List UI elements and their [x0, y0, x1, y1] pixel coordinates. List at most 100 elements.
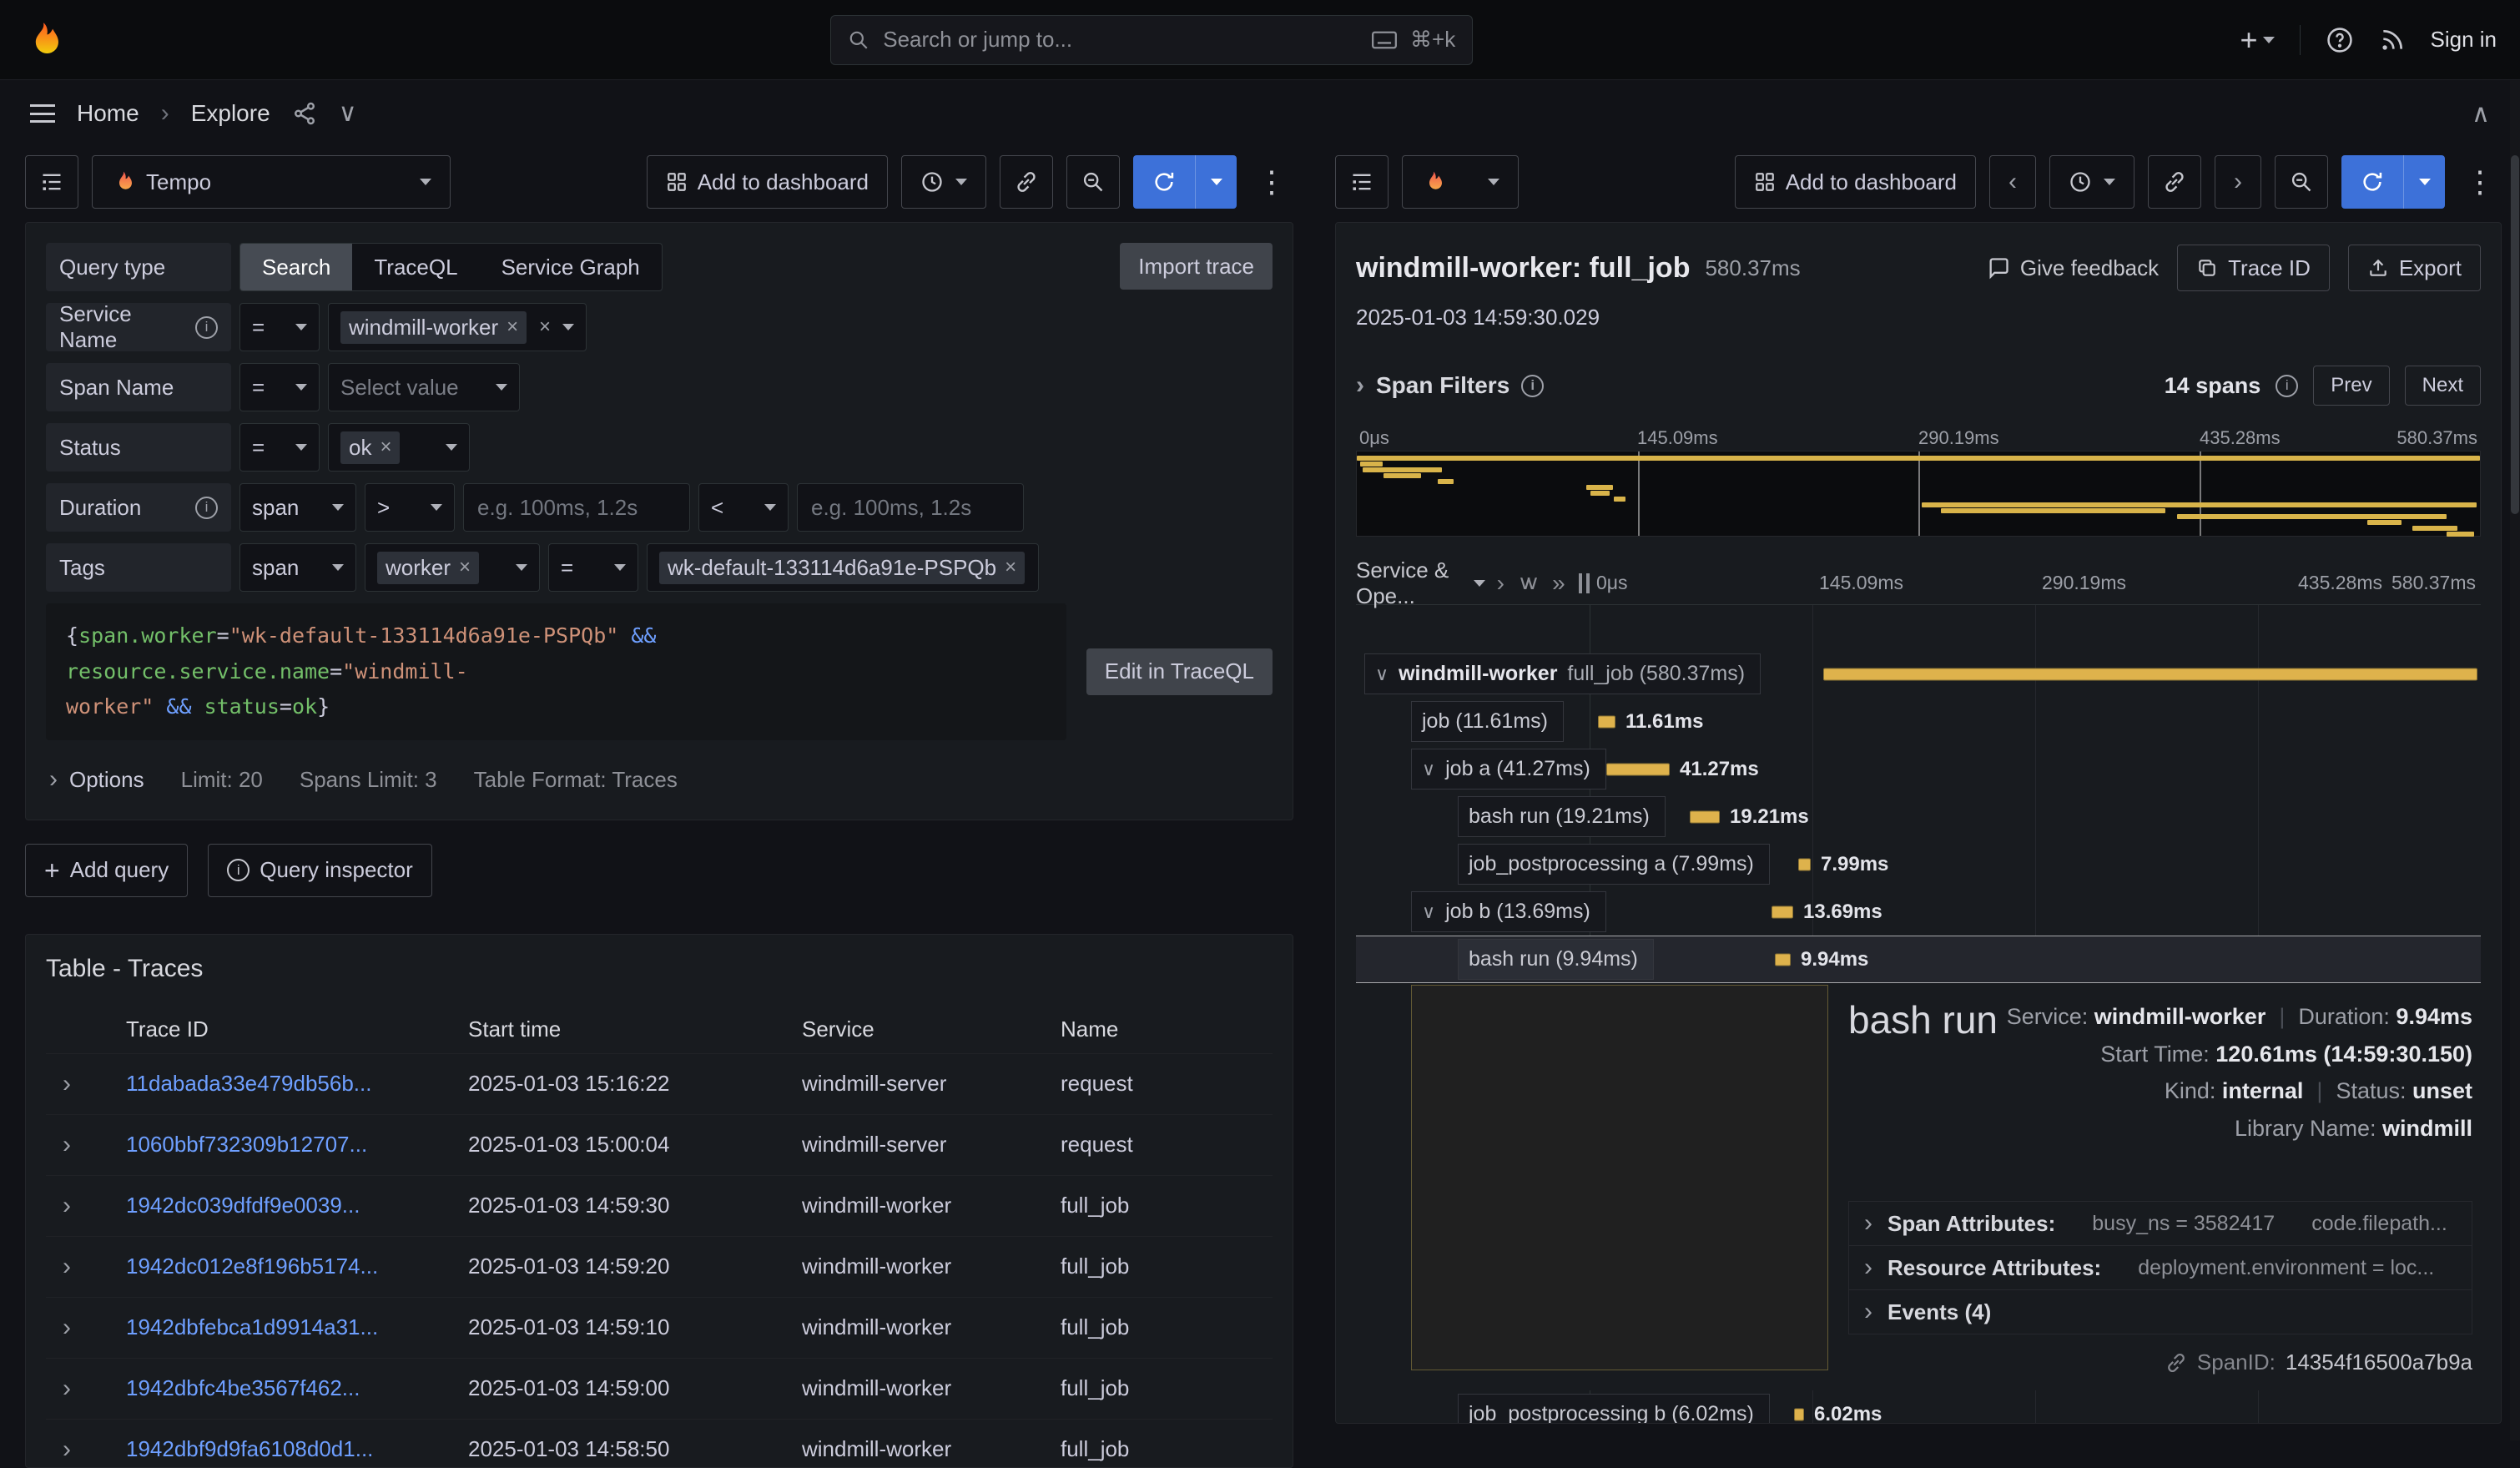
sign-in-button[interactable]: Sign in	[2431, 27, 2497, 53]
span-name[interactable]: ∨job b (13.69ms)	[1411, 891, 1606, 932]
time-picker[interactable]	[2049, 155, 2134, 209]
edit-in-traceql-button[interactable]: Edit in TraceQL	[1086, 648, 1273, 695]
trace-id-link[interactable]: 1060bbf732309b12707...	[126, 1132, 468, 1158]
trace-id-button[interactable]: Trace ID	[2177, 245, 2330, 291]
row-expander-icon[interactable]: ›	[46, 1435, 126, 1464]
duration-scope-select[interactable]: span	[239, 483, 356, 532]
news-rss-icon[interactable]	[2379, 27, 2406, 53]
outline-toggle-button[interactable]	[1335, 155, 1389, 209]
tab-service-graph[interactable]: Service Graph	[480, 244, 662, 290]
share-shortlink-button[interactable]	[2148, 155, 2201, 209]
duration-min-input[interactable]	[463, 483, 690, 532]
status-chip[interactable]: ok×	[340, 431, 400, 464]
span-bar[interactable]	[1775, 953, 1791, 966]
trace-id-link[interactable]: 1942dbfc4be3567f462...	[126, 1375, 468, 1401]
collapse-all-icon[interactable]: »	[1552, 570, 1565, 597]
zoom-out-button[interactable]	[1066, 155, 1120, 209]
remove-chip-icon[interactable]: ×	[459, 556, 471, 579]
refresh-interval-dropdown[interactable]	[1195, 155, 1237, 209]
remove-chip-icon[interactable]: ×	[507, 315, 518, 339]
share-icon[interactable]	[292, 101, 317, 126]
collapse-one-icon[interactable]: ›	[1497, 570, 1504, 597]
datasource-picker[interactable]	[1402, 155, 1519, 209]
trace-id-link[interactable]: 11dabada33e479db56b...	[126, 1071, 468, 1097]
tab-search[interactable]: Search	[240, 244, 352, 290]
outline-toggle-button[interactable]	[25, 155, 78, 209]
table-row[interactable]: ›1942dc012e8f196b5174...2025-01-03 14:59…	[46, 1236, 1273, 1297]
column-resize-handle[interactable]	[1579, 573, 1590, 593]
column-header[interactable]: Service & Ope...	[1356, 557, 1462, 609]
run-query-button[interactable]	[1133, 155, 1237, 209]
tab-traceql[interactable]: TraceQL	[352, 244, 479, 290]
span-bar[interactable]	[1794, 1408, 1804, 1420]
span-bar[interactable]	[1823, 668, 2477, 680]
status-operator[interactable]: =	[239, 423, 320, 472]
grafana-logo[interactable]	[23, 20, 63, 60]
time-shift-forward-button[interactable]: ›	[2215, 155, 2261, 209]
span-filters-toggle[interactable]: › Span Filters i	[1356, 372, 1544, 399]
new-button[interactable]: +	[2240, 25, 2274, 55]
span-row[interactable]: 11.61msjob (11.61ms)	[1356, 698, 2481, 745]
prev-span-button[interactable]: Prev	[2313, 366, 2389, 406]
table-row[interactable]: ›1942dc039dfdf9e0039...2025-01-03 14:59:…	[46, 1175, 1273, 1236]
duration-max-input[interactable]	[797, 483, 1024, 532]
next-span-button[interactable]: Next	[2405, 366, 2481, 406]
attributes-accordion[interactable]: ›Span Attributes:busy_ns = 3582417code.f…	[1848, 1201, 2472, 1246]
chevron-down-icon[interactable]: ∨	[1422, 759, 1435, 780]
clear-icon[interactable]: ×	[539, 315, 551, 339]
breadcrumb-home[interactable]: Home	[77, 100, 139, 127]
span-name[interactable]: ∨windmill-workerfull_job (580.37ms)	[1364, 653, 1761, 694]
row-expander-icon[interactable]: ›	[46, 1131, 126, 1159]
zoom-out-button[interactable]	[2275, 155, 2328, 209]
row-expander-icon[interactable]: ›	[46, 1253, 126, 1281]
datasource-picker[interactable]: Tempo	[92, 155, 451, 209]
attributes-accordion[interactable]: ›Events (4)	[1848, 1289, 2472, 1334]
give-feedback-button[interactable]: Give feedback	[1987, 255, 2159, 281]
row-expander-icon[interactable]: ›	[46, 1375, 126, 1403]
help-icon[interactable]	[2326, 26, 2354, 54]
span-row[interactable]: 41.27ms∨job a (41.27ms)	[1356, 745, 2481, 793]
options-row[interactable]: › Options Limit: 20Spans Limit: 3Table F…	[46, 760, 1273, 800]
tag-key-chip[interactable]: worker×	[377, 552, 479, 584]
span-row[interactable]: 6.02msjob_postprocessing b (6.02ms)	[1356, 1390, 2481, 1424]
row-expander-icon[interactable]: ›	[46, 1192, 126, 1220]
span-row[interactable]: 9.94msbash run (9.94ms)	[1356, 936, 2481, 983]
service-name-operator[interactable]: =	[239, 303, 320, 351]
span-bar[interactable]	[1598, 715, 1615, 728]
duration-lt-operator[interactable]: <	[698, 483, 789, 532]
row-expander-icon[interactable]: ›	[46, 1314, 126, 1342]
import-trace-button[interactable]: Import trace	[1120, 243, 1273, 290]
time-shift-back-button[interactable]: ‹	[1989, 155, 2036, 209]
table-row[interactable]: ›1942dbfc4be3567f462...2025-01-03 14:59:…	[46, 1358, 1273, 1419]
span-name[interactable]: ∨job a (41.27ms)	[1411, 749, 1606, 789]
remove-chip-icon[interactable]: ×	[380, 436, 391, 459]
tags-operator[interactable]: =	[548, 543, 638, 592]
menu-icon[interactable]	[30, 104, 55, 123]
add-query-button[interactable]: + Add query	[25, 844, 188, 897]
time-picker[interactable]	[901, 155, 986, 209]
chevron-down-icon[interactable]: ∨	[339, 101, 357, 126]
collapse-chevron-icon[interactable]: ∧	[2472, 99, 2490, 129]
breadcrumb-explore[interactable]: Explore	[191, 100, 270, 127]
span-bar[interactable]	[1772, 906, 1793, 918]
query-inspector-button[interactable]: i Query inspector	[208, 844, 432, 897]
export-button[interactable]: Export	[2348, 245, 2481, 291]
table-row[interactable]: ›1942dbfebca1d9914a31...2025-01-03 14:59…	[46, 1297, 1273, 1358]
chevron-down-icon[interactable]: ∨	[1422, 901, 1435, 923]
chevron-down-icon[interactable]	[1474, 580, 1485, 587]
span-bar[interactable]	[1606, 763, 1670, 775]
tag-value-chip[interactable]: wk-default-133114d6a91e-PSPQb×	[659, 552, 1025, 584]
span-row[interactable]: 13.69ms∨job b (13.69ms)	[1356, 888, 2481, 936]
duration-gt-operator[interactable]: >	[365, 483, 455, 532]
span-name[interactable]: job_postprocessing b (6.02ms)	[1458, 1394, 1770, 1424]
tags-key-select[interactable]: worker×	[365, 543, 540, 592]
trace-minimap[interactable]	[1356, 451, 2481, 537]
span-bar[interactable]	[1798, 858, 1811, 870]
remove-chip-icon[interactable]: ×	[1005, 556, 1016, 579]
refresh-icon[interactable]	[2341, 155, 2403, 209]
link-icon[interactable]	[2165, 1352, 2187, 1374]
trace-id-link[interactable]: 1942dbfebca1d9914a31...	[126, 1314, 468, 1340]
span-row[interactable]: 19.21msbash run (19.21ms)	[1356, 793, 2481, 840]
span-name-select[interactable]: Select value	[328, 363, 520, 411]
span-row[interactable]: ∨windmill-workerfull_job (580.37ms)	[1356, 650, 2481, 698]
